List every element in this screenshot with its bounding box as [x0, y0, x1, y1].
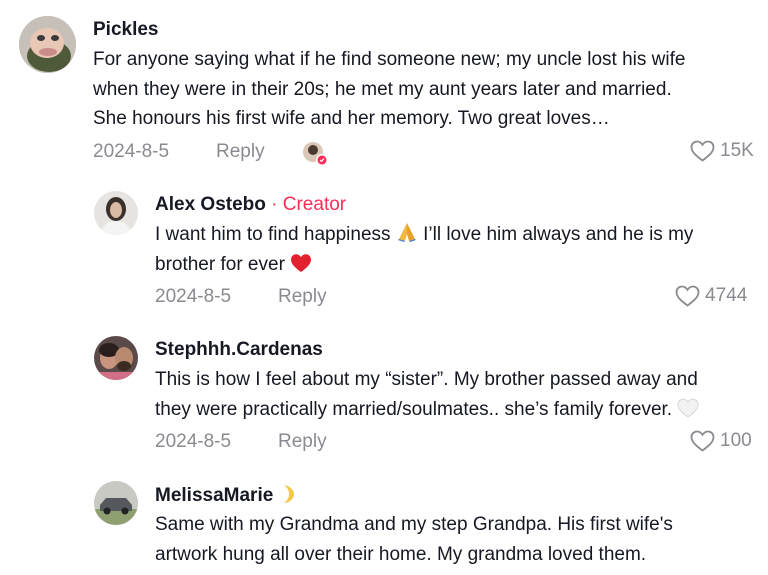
comment-text-line: For anyone saying what if he find someon…: [93, 49, 686, 70]
comment-text-line: brother for ever: [155, 250, 755, 280]
author-name[interactable]: MelissaMarie: [155, 485, 273, 506]
comment-text-line: She honours his first wife and her memor…: [93, 108, 610, 129]
comment-text-line: when they were in their 20s; he met my a…: [93, 78, 672, 100]
avatar-photo-icon: [94, 481, 138, 525]
comment-melissamarie: MelissaMarie Same with my Grandma and my…: [0, 465, 768, 575]
avatar[interactable]: [94, 481, 138, 525]
comment-text-segment: they were practically married/soulmates.…: [155, 398, 673, 420]
avatar-photo-icon: [19, 16, 76, 73]
comment-text: This is how I feel about my “sister”. My…: [155, 365, 755, 424]
comment-text-line: artwork hung all over their home. My gra…: [155, 543, 647, 565]
heart-outline-icon: [690, 430, 715, 452]
heart-outline-icon: [675, 285, 700, 307]
comment-pickles: Pickles For anyone saying what if he fin…: [0, 0, 768, 175]
comment-alex-ostebo: Alex Ostebo · Creator I want him to find…: [0, 175, 768, 320]
comment-text: For anyone saying what if he find someon…: [93, 45, 758, 134]
white-heart-icon: [677, 398, 699, 418]
reply-button[interactable]: Reply: [216, 141, 265, 163]
crescent-moon-icon: [283, 485, 294, 503]
comment-stephhh-cardenas: Stephhh.Cardenas This is how I feel abou…: [0, 320, 768, 465]
comment-author[interactable]: Stephhh.Cardenas: [155, 339, 323, 361]
comment-text-line: I want him to find happiness I’ll love h…: [155, 220, 755, 250]
author-name[interactable]: Alex Ostebo: [155, 194, 266, 215]
comment-text-segment: brother for ever: [155, 253, 285, 275]
comment-text: Same with my Grandma and my step Grandpa…: [155, 510, 755, 569]
avatar[interactable]: [94, 336, 138, 380]
like-button[interactable]: 100: [690, 430, 752, 452]
comment-text-line: Same with my Grandma and my step Grandpa…: [155, 514, 673, 535]
comment-text-line: they were practically married/soulmates.…: [155, 395, 755, 425]
comment-text-line: This is how I feel about my “sister”. My…: [155, 369, 698, 390]
like-button[interactable]: 4744: [675, 285, 747, 307]
like-count: 15K: [720, 140, 754, 161]
creator-liked-avatar-icon: [302, 141, 328, 167]
reply-button[interactable]: Reply: [278, 286, 327, 308]
comment-date: 2024-8-5: [155, 431, 232, 452]
avatar-photo-icon: [94, 191, 138, 235]
comment-text: I want him to find happiness I’ll love h…: [155, 220, 755, 279]
avatar-photo-icon: [94, 336, 138, 380]
red-heart-icon: [291, 253, 312, 272]
comment-date: 2024-8-5: [93, 141, 170, 162]
heart-outline-icon: [690, 140, 715, 162]
praying-hands-icon: [397, 223, 416, 242]
comment-date: 2024-8-5: [155, 286, 232, 307]
reply-button[interactable]: Reply: [278, 431, 327, 453]
like-button[interactable]: 15K: [690, 140, 754, 162]
comment-author[interactable]: Alex Ostebo · Creator: [155, 194, 346, 216]
avatar[interactable]: [94, 191, 138, 235]
comment-author[interactable]: MelissaMarie: [155, 484, 295, 507]
like-count: 4744: [705, 285, 748, 306]
creator-badge: · Creator: [271, 194, 347, 215]
comment-author[interactable]: Pickles: [93, 19, 159, 41]
like-count: 100: [720, 430, 752, 451]
comment-text-segment: I’ll love him always and he is my: [423, 224, 694, 245]
comment-text-segment: I want him to find happiness: [155, 224, 391, 245]
avatar[interactable]: [19, 16, 76, 73]
